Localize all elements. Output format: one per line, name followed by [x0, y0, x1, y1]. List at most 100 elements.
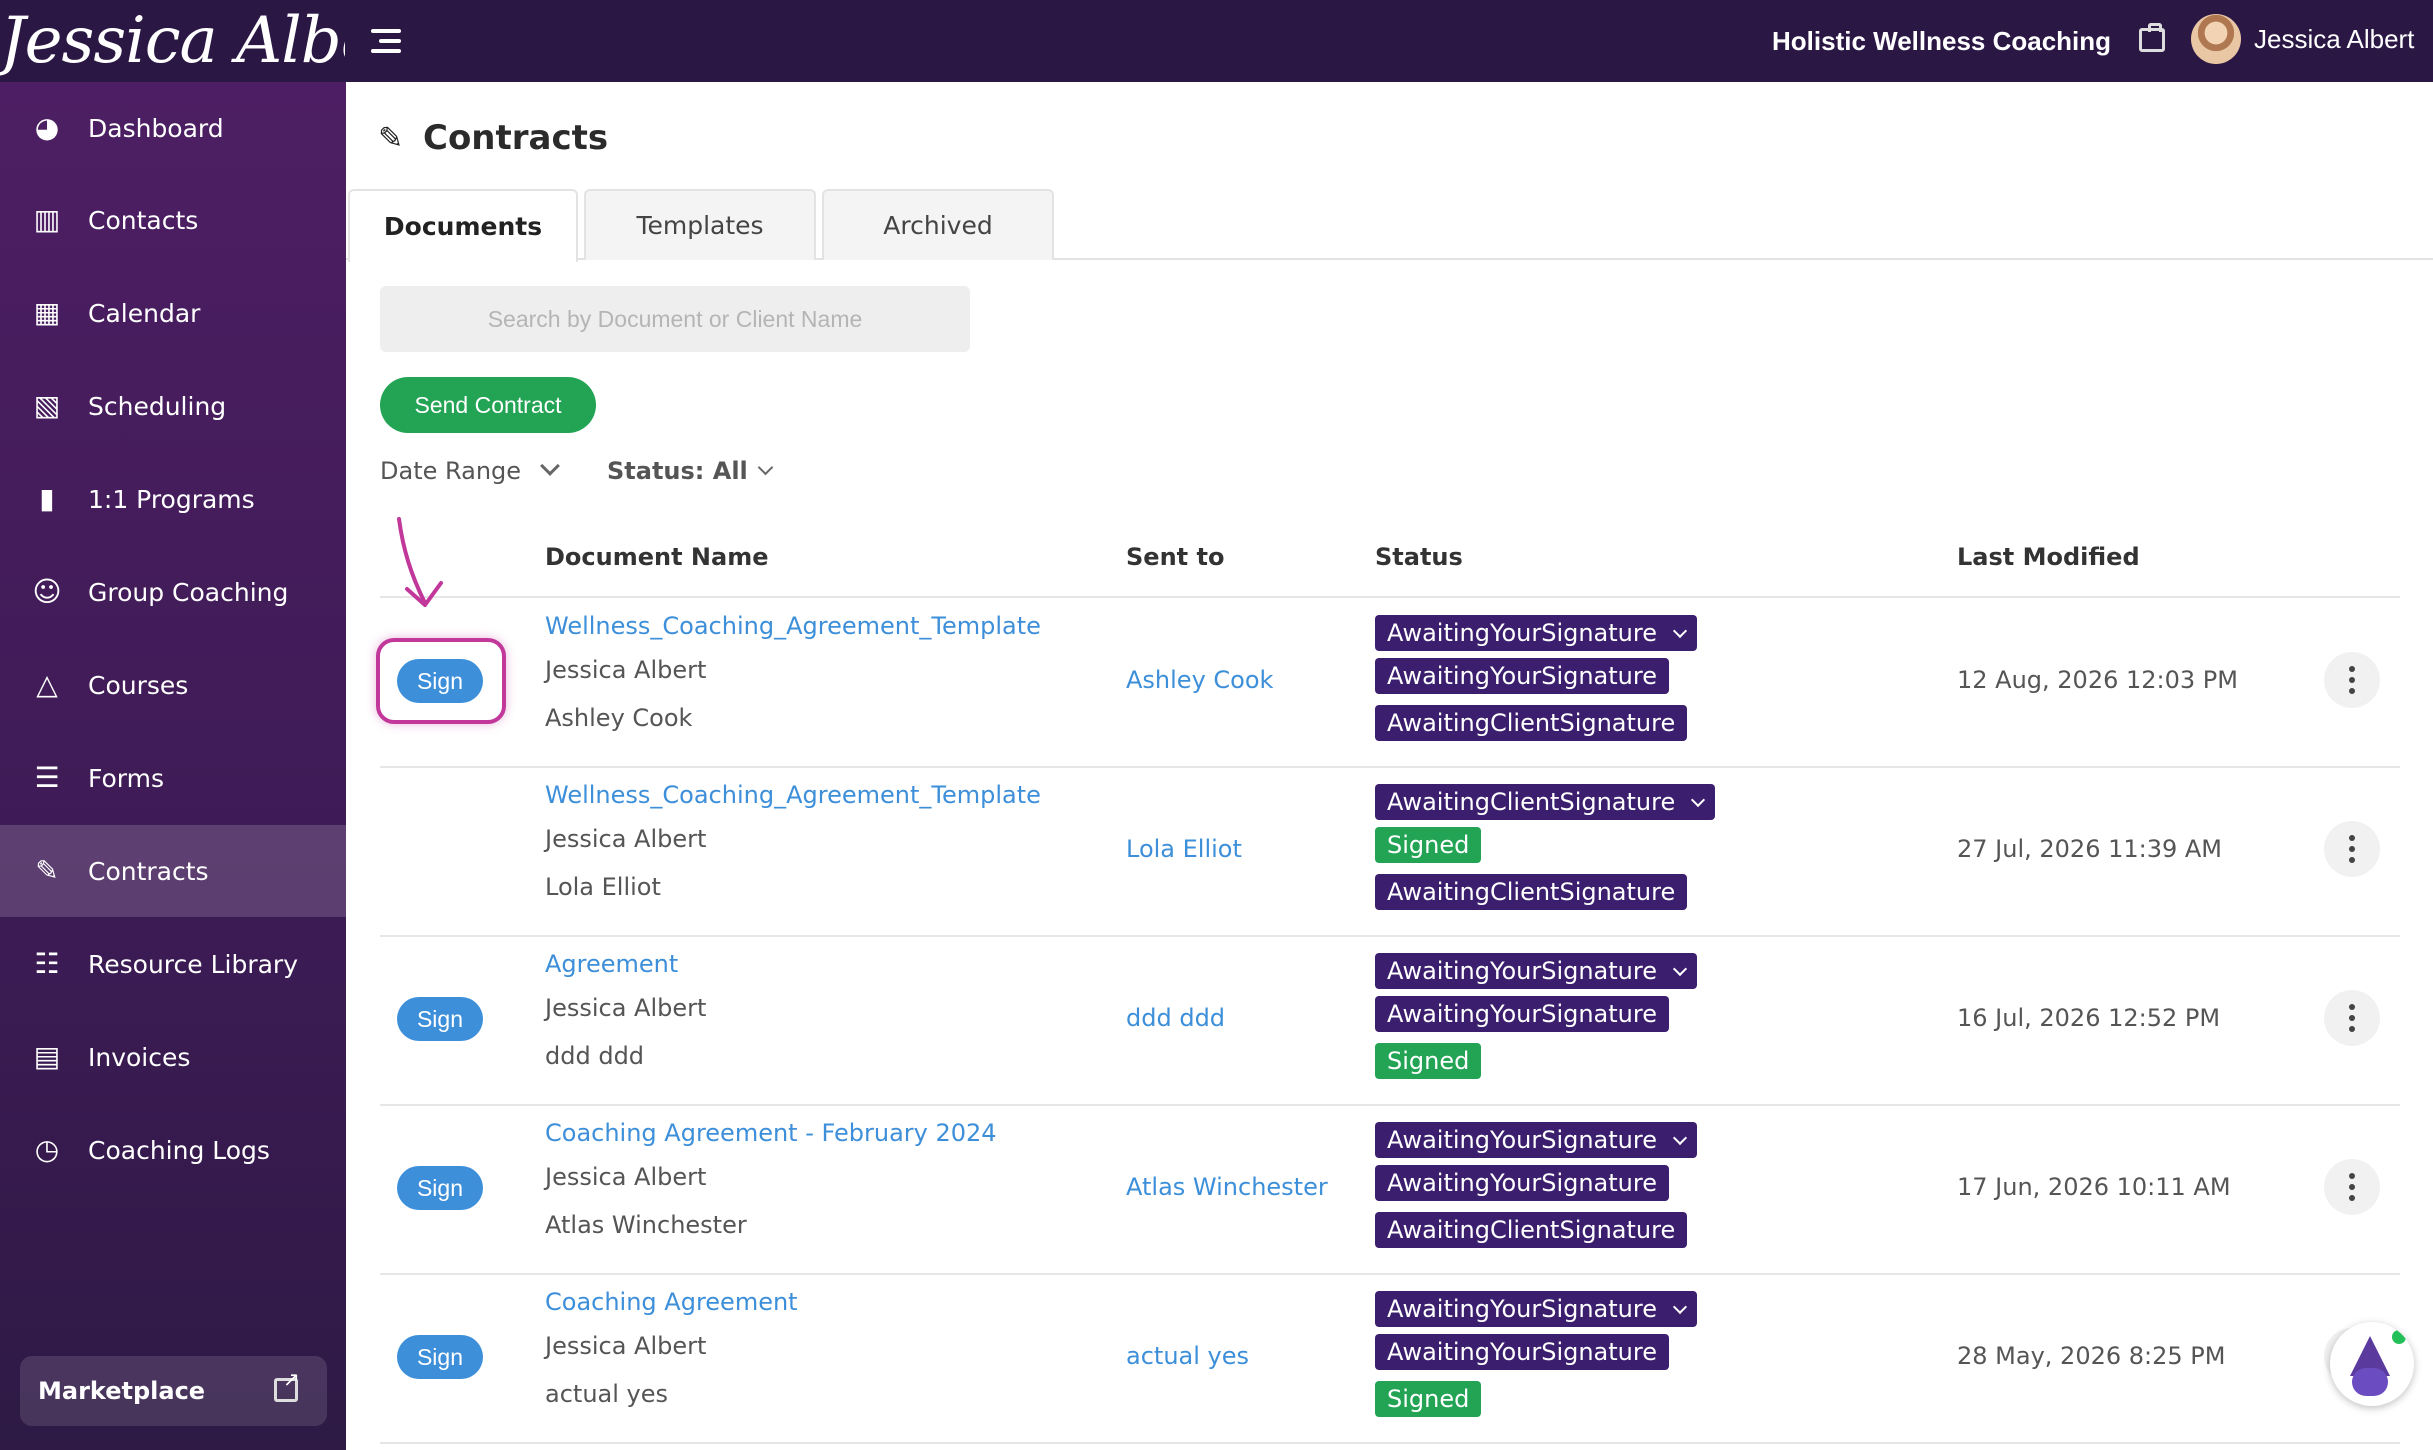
sent-to-link[interactable]: Atlas Winchester [1126, 1173, 1328, 1201]
document-sender: Jessica Albert [545, 825, 707, 853]
sidebar-item-scheduling[interactable]: ▧ Scheduling [0, 360, 346, 452]
chevron-down-icon [1672, 623, 1688, 639]
sidebar-item-programs[interactable]: ▮ 1:1 Programs [0, 453, 346, 545]
brand-logo[interactable]: Jessica Albert [0, 0, 345, 82]
sidebar-item-label: Invoices [88, 1042, 191, 1072]
chevron-down-icon [1672, 1130, 1688, 1146]
document-recipient: actual yes [545, 1380, 668, 1408]
more-options-icon[interactable] [2324, 821, 2380, 877]
sent-to-link[interactable]: Lola Elliot [1126, 835, 1242, 863]
sidebar-item-courses[interactable]: △ Courses [0, 639, 346, 731]
business-name[interactable]: Holistic Wellness Coaching [1772, 0, 2111, 82]
document-recipient: Lola Elliot [545, 873, 661, 901]
document-name-link[interactable]: Wellness_Coaching_Agreement_Template [545, 781, 1041, 809]
list-check-icon: ☰ [34, 761, 60, 794]
document-recipient: Atlas Winchester [545, 1211, 747, 1239]
external-link-icon [274, 1367, 300, 1402]
column-header-sent-to: Sent to [1126, 543, 1225, 571]
contacts-icon: ▥ [33, 203, 61, 236]
chevron-down-icon [1691, 792, 1706, 808]
column-header-document-name: Document Name [545, 543, 769, 571]
marketplace-label: Marketplace [38, 1377, 206, 1405]
books-icon: ☷ [34, 947, 60, 980]
document-name-link[interactable]: Coaching Agreement [545, 1288, 798, 1316]
document-sender: Jessica Albert [545, 1163, 707, 1191]
table-row: Wellness_Coaching_Agreement_Template Jess… [380, 767, 2400, 937]
date-range-label: Date Range [380, 457, 522, 485]
sidebar-item-contracts[interactable]: ✎ Contracts [0, 825, 346, 917]
status-dropdown[interactable]: AwaitingYourSignature [1375, 953, 1697, 989]
sidebar-item-resource-library[interactable]: ☷ Resource Library [0, 918, 346, 1010]
graduation-cap-icon: △ [36, 668, 58, 701]
last-modified-date: 12 Aug, 2026 12:03 PM [1957, 666, 2238, 694]
table-row: Sign Wellness_Coaching_Agreement_Template… [380, 598, 2400, 768]
more-options-icon[interactable] [2324, 1159, 2380, 1215]
status-badge: AwaitingClientSignature [1375, 1212, 1688, 1248]
calendar-icon: ▦ [33, 296, 61, 329]
sign-button[interactable]: Sign [397, 1335, 483, 1379]
status-dropdown[interactable]: AwaitingYourSignature [1375, 615, 1697, 651]
document-sender: Jessica Albert [545, 656, 707, 684]
sidebar-item-dashboard[interactable]: ◕ Dashboard [0, 82, 346, 174]
briefcase-icon[interactable] [2139, 23, 2165, 52]
status-badge-label: AwaitingYourSignature [1387, 1126, 1657, 1154]
sidebar-item-forms[interactable]: ☰ Forms [0, 732, 346, 824]
status-badge: Signed [1375, 1381, 1482, 1417]
sent-to-link[interactable]: ddd ddd [1126, 1004, 1225, 1032]
menu-toggle-icon[interactable] [371, 27, 405, 55]
annotation-highlight [376, 638, 506, 724]
clock-icon: ◷ [34, 1133, 60, 1166]
assistant-wizard-icon[interactable] [2330, 1322, 2414, 1406]
status-badge: AwaitingYourSignature [1375, 996, 1669, 1032]
status-dropdown[interactable]: AwaitingClientSignature [1375, 784, 1716, 820]
status-badge: AwaitingYourSignature [1375, 1165, 1669, 1201]
status-badge-label: AwaitingClientSignature [1387, 788, 1676, 816]
user-avatar[interactable] [2191, 14, 2241, 64]
sidebar-item-label: Calendar [88, 298, 201, 328]
sidebar-item-group-coaching[interactable]: ☺ Group Coaching [0, 546, 346, 638]
status-badge: AwaitingYourSignature [1375, 658, 1669, 694]
wizard-face-shape [2352, 1368, 2388, 1396]
sidebar-item-label: Dashboard [88, 113, 224, 143]
send-contract-button[interactable]: Send Contract [380, 377, 596, 433]
user-name[interactable]: Jessica Albert [2254, 0, 2414, 82]
more-options-icon[interactable] [2324, 652, 2380, 708]
status-badge: AwaitingClientSignature [1375, 874, 1688, 910]
marketplace-button[interactable]: Marketplace [20, 1356, 327, 1426]
table-row: Sign Agreement Jessica Albert ddd ddd ddd dd… [380, 936, 2400, 1106]
sidebar-item-label: Courses [88, 670, 189, 700]
status-dropdown[interactable]: AwaitingYourSignature [1375, 1291, 1697, 1327]
tab-documents[interactable]: Documents [348, 189, 578, 262]
more-options-icon[interactable] [2324, 990, 2380, 1046]
column-header-status: Status [1375, 543, 1463, 571]
last-modified-date: 16 Jul, 2026 12:52 PM [1957, 1004, 2221, 1032]
sidebar-item-invoices[interactable]: ▤ Invoices [0, 1011, 346, 1103]
sign-button[interactable]: Sign [397, 997, 483, 1041]
status-badge: Signed [1375, 827, 1482, 863]
status-filter[interactable]: Status: All [607, 454, 774, 488]
tab-templates[interactable]: Templates [584, 189, 816, 260]
document-name-link[interactable]: Agreement [545, 950, 678, 978]
tab-archived[interactable]: Archived [822, 189, 1054, 260]
sent-to-link[interactable]: actual yes [1126, 1342, 1249, 1370]
table-row: Sign Coaching Agreement - February 2024 Je… [380, 1105, 2400, 1275]
sidebar-item-label: Group Coaching [88, 577, 289, 607]
document-name-link[interactable]: Coaching Agreement - February 2024 [545, 1119, 997, 1147]
document-recipient: Ashley Cook [545, 704, 693, 732]
scheduling-icon: ▧ [33, 389, 61, 422]
annotation-arrow [397, 517, 443, 607]
sent-to-link[interactable]: Ashley Cook [1126, 666, 1273, 694]
sidebar: ◕ Dashboard ▥ Contacts ▦ Calendar ▧ Sche… [0, 82, 346, 1450]
sign-button[interactable]: Sign [397, 1166, 483, 1210]
status-dropdown[interactable]: AwaitingYourSignature [1375, 1122, 1697, 1158]
status-badge: AwaitingClientSignature [1375, 705, 1688, 741]
last-modified-date: 27 Jul, 2026 11:39 AM [1957, 835, 2223, 863]
sidebar-item-contacts[interactable]: ▥ Contacts [0, 174, 346, 266]
date-range-filter[interactable]: Date Range [380, 454, 560, 488]
signature-icon: ✎ [378, 121, 404, 156]
sidebar-item-coaching-logs[interactable]: ◷ Coaching Logs [0, 1104, 346, 1196]
group-icon: ☺ [32, 575, 62, 608]
sidebar-item-calendar[interactable]: ▦ Calendar [0, 267, 346, 359]
document-name-link[interactable]: Wellness_Coaching_Agreement_Template [545, 612, 1041, 640]
search-input[interactable] [380, 286, 970, 352]
